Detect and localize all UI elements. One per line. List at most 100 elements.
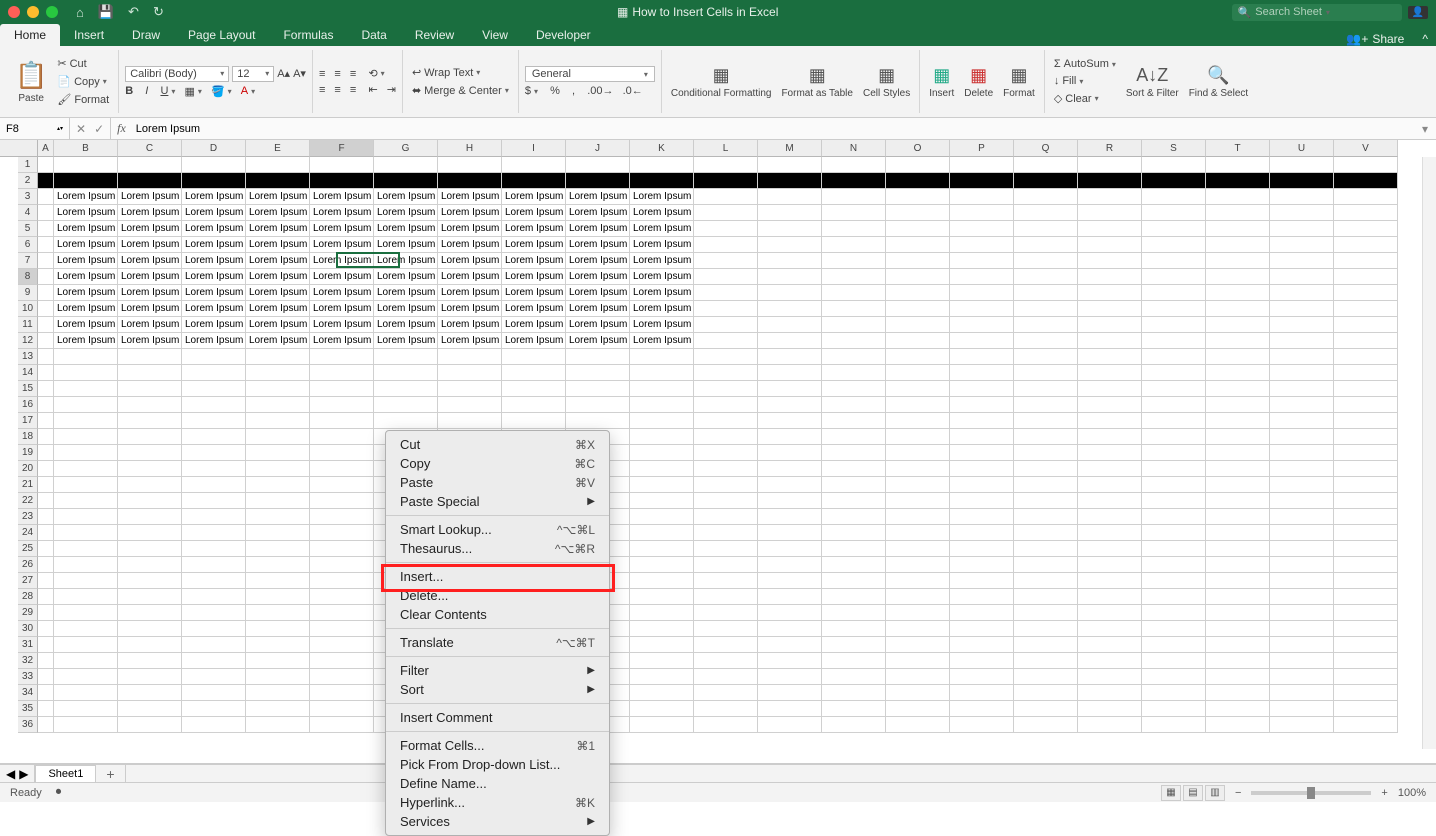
cell[interactable] — [822, 717, 886, 733]
cell[interactable] — [886, 509, 950, 525]
cell[interactable] — [630, 557, 694, 573]
cell[interactable] — [822, 573, 886, 589]
copy-button[interactable]: 📄Copy▾ — [54, 74, 112, 89]
find-select-button[interactable]: 🔍Find & Select — [1186, 65, 1251, 99]
cell[interactable] — [1270, 381, 1334, 397]
wrap-text-button[interactable]: ↩Wrap Text▾ — [409, 65, 512, 80]
cell[interactable] — [118, 653, 182, 669]
cell[interactable] — [54, 541, 118, 557]
row-header-31[interactable]: 31 — [18, 637, 38, 653]
cell[interactable] — [694, 573, 758, 589]
cell[interactable] — [1014, 397, 1078, 413]
cell[interactable] — [1206, 461, 1270, 477]
cell[interactable]: Lorem Ipsum — [246, 269, 310, 285]
cell[interactable] — [822, 557, 886, 573]
cell[interactable] — [1206, 317, 1270, 333]
column-header-v[interactable]: V — [1334, 140, 1398, 157]
cell[interactable] — [822, 477, 886, 493]
context-menu-item-copy[interactable]: Copy⌘C — [386, 454, 609, 473]
cell[interactable] — [950, 349, 1014, 365]
cell[interactable]: Lorem Ipsum — [438, 317, 502, 333]
cell[interactable] — [950, 477, 1014, 493]
cell[interactable] — [182, 717, 246, 733]
cell[interactable] — [1142, 189, 1206, 205]
cell[interactable] — [118, 349, 182, 365]
cell[interactable] — [374, 413, 438, 429]
cell[interactable] — [502, 365, 566, 381]
format-as-table-button[interactable]: ▦Format as Table — [778, 65, 856, 99]
cell[interactable] — [438, 365, 502, 381]
cell[interactable] — [630, 397, 694, 413]
cell[interactable] — [886, 461, 950, 477]
cell[interactable] — [54, 637, 118, 653]
fx-label[interactable]: fx — [111, 121, 132, 136]
cell[interactable]: Lorem Ipsum — [374, 269, 438, 285]
cell[interactable] — [1270, 717, 1334, 733]
cell[interactable] — [950, 413, 1014, 429]
cell[interactable] — [310, 605, 374, 621]
cell[interactable] — [822, 173, 886, 189]
cell[interactable] — [758, 413, 822, 429]
cell[interactable] — [1270, 573, 1334, 589]
context-menu-item-delete[interactable]: Delete... — [386, 586, 609, 605]
cell[interactable] — [950, 445, 1014, 461]
cell[interactable] — [38, 541, 54, 557]
cell[interactable] — [1014, 205, 1078, 221]
column-header-i[interactable]: I — [502, 140, 566, 157]
cell[interactable] — [182, 477, 246, 493]
cell[interactable] — [1206, 621, 1270, 637]
cell[interactable]: Lorem Ipsum — [630, 301, 694, 317]
cell[interactable] — [1334, 285, 1398, 301]
row-header-9[interactable]: 9 — [18, 285, 38, 301]
cell[interactable] — [246, 541, 310, 557]
cell[interactable] — [118, 429, 182, 445]
cell[interactable] — [1270, 701, 1334, 717]
formula-input[interactable]: Lorem Ipsum — [132, 123, 1414, 135]
cell[interactable] — [1270, 173, 1334, 189]
cell[interactable] — [310, 653, 374, 669]
row-header-26[interactable]: 26 — [18, 557, 38, 573]
column-header-q[interactable]: Q — [1014, 140, 1078, 157]
cell[interactable] — [38, 189, 54, 205]
cell[interactable] — [758, 253, 822, 269]
cell[interactable] — [1334, 349, 1398, 365]
cell[interactable] — [246, 685, 310, 701]
cell[interactable] — [758, 285, 822, 301]
cell[interactable] — [1078, 381, 1142, 397]
cell[interactable] — [822, 253, 886, 269]
cell[interactable] — [1078, 285, 1142, 301]
cell[interactable] — [38, 397, 54, 413]
cell[interactable] — [1206, 525, 1270, 541]
fill-color-button[interactable]: 🪣 — [211, 85, 225, 98]
cell[interactable] — [182, 573, 246, 589]
cell[interactable] — [630, 653, 694, 669]
cell[interactable] — [182, 493, 246, 509]
cell[interactable] — [1078, 573, 1142, 589]
cell[interactable]: Lorem Ipsum — [182, 237, 246, 253]
cell[interactable] — [758, 653, 822, 669]
cell[interactable] — [822, 701, 886, 717]
cell[interactable] — [118, 173, 182, 189]
cell[interactable] — [822, 221, 886, 237]
cell[interactable] — [118, 509, 182, 525]
cell[interactable]: Lorem Ipsum — [246, 205, 310, 221]
cell[interactable] — [758, 477, 822, 493]
cell[interactable] — [1270, 301, 1334, 317]
cell[interactable]: Lorem Ipsum — [566, 285, 630, 301]
cell[interactable] — [182, 605, 246, 621]
cell[interactable] — [694, 621, 758, 637]
cell[interactable] — [694, 669, 758, 685]
cell[interactable] — [566, 381, 630, 397]
cell[interactable] — [1078, 221, 1142, 237]
cell[interactable] — [1014, 381, 1078, 397]
cell[interactable]: Lorem Ipsum — [246, 285, 310, 301]
cell[interactable] — [118, 413, 182, 429]
cell[interactable] — [758, 269, 822, 285]
cell[interactable] — [1270, 413, 1334, 429]
cell[interactable] — [1142, 237, 1206, 253]
cell[interactable] — [54, 493, 118, 509]
cell[interactable] — [1334, 685, 1398, 701]
cell[interactable] — [1206, 365, 1270, 381]
cell[interactable] — [438, 349, 502, 365]
cell[interactable] — [630, 717, 694, 733]
